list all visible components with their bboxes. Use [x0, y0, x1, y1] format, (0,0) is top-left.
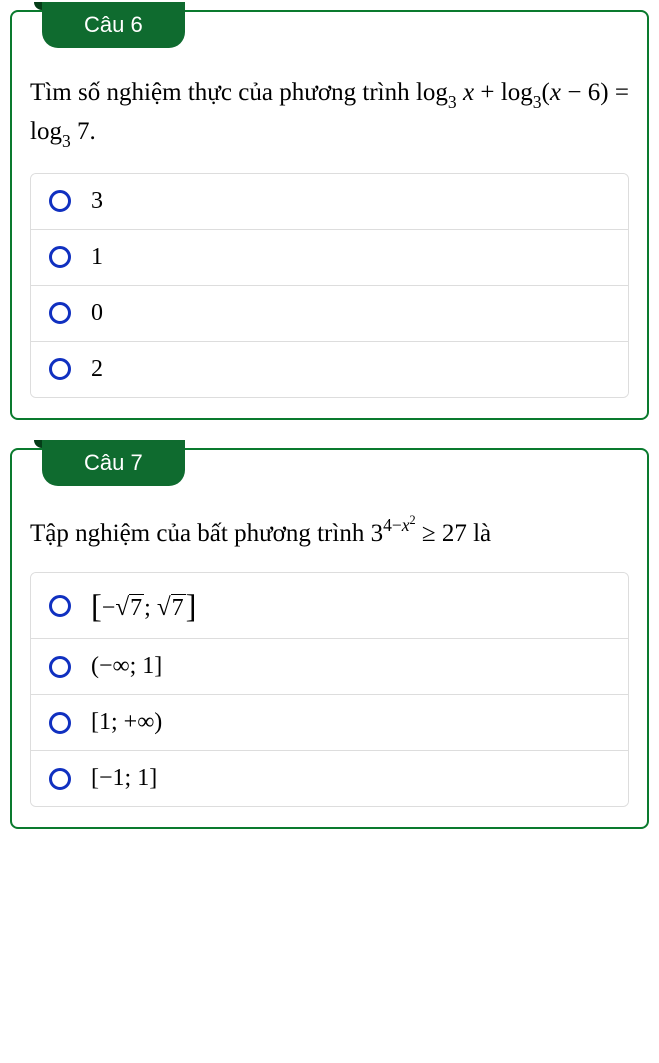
option[interactable]: [−1; 1] [31, 751, 628, 806]
question-text: Tìm số nghiệm thực của phương trình log3… [30, 74, 629, 153]
radio-icon [49, 768, 71, 790]
option[interactable]: (−∞; 1] [31, 639, 628, 695]
radio-icon [49, 358, 71, 380]
option[interactable]: 2 [31, 342, 628, 397]
option-label: [−1; 1] [91, 765, 157, 792]
option[interactable]: [−7; 7] [31, 573, 628, 639]
option-label: 2 [91, 356, 103, 383]
question-text: Tập nghiệm của bất phương trình 34−x2 ≥ … [30, 512, 629, 553]
question-card: Câu 6Tìm số nghiệm thực của phương trình… [10, 10, 649, 420]
options-list: 3 1 0 2 [30, 173, 629, 398]
radio-icon [49, 712, 71, 734]
option[interactable]: 1 [31, 230, 628, 286]
question-card: Câu 7Tập nghiệm của bất phương trình 34−… [10, 448, 649, 830]
radio-icon [49, 656, 71, 678]
option[interactable]: 3 [31, 174, 628, 230]
option[interactable]: [1; +∞) [31, 695, 628, 751]
option-label: 0 [91, 300, 103, 327]
option-label: 3 [91, 188, 103, 215]
options-list: [−7; 7] (−∞; 1] [1; +∞) [−1; 1] [30, 572, 629, 807]
option-label: 1 [91, 244, 103, 271]
option[interactable]: 0 [31, 286, 628, 342]
radio-icon [49, 246, 71, 268]
question-label: Câu 6 [42, 2, 185, 48]
radio-icon [49, 595, 71, 617]
option-label: [−7; 7] [91, 587, 196, 624]
question-label: Câu 7 [42, 440, 185, 486]
radio-icon [49, 190, 71, 212]
radio-icon [49, 302, 71, 324]
option-label: (−∞; 1] [91, 653, 162, 680]
option-label: [1; +∞) [91, 709, 162, 736]
